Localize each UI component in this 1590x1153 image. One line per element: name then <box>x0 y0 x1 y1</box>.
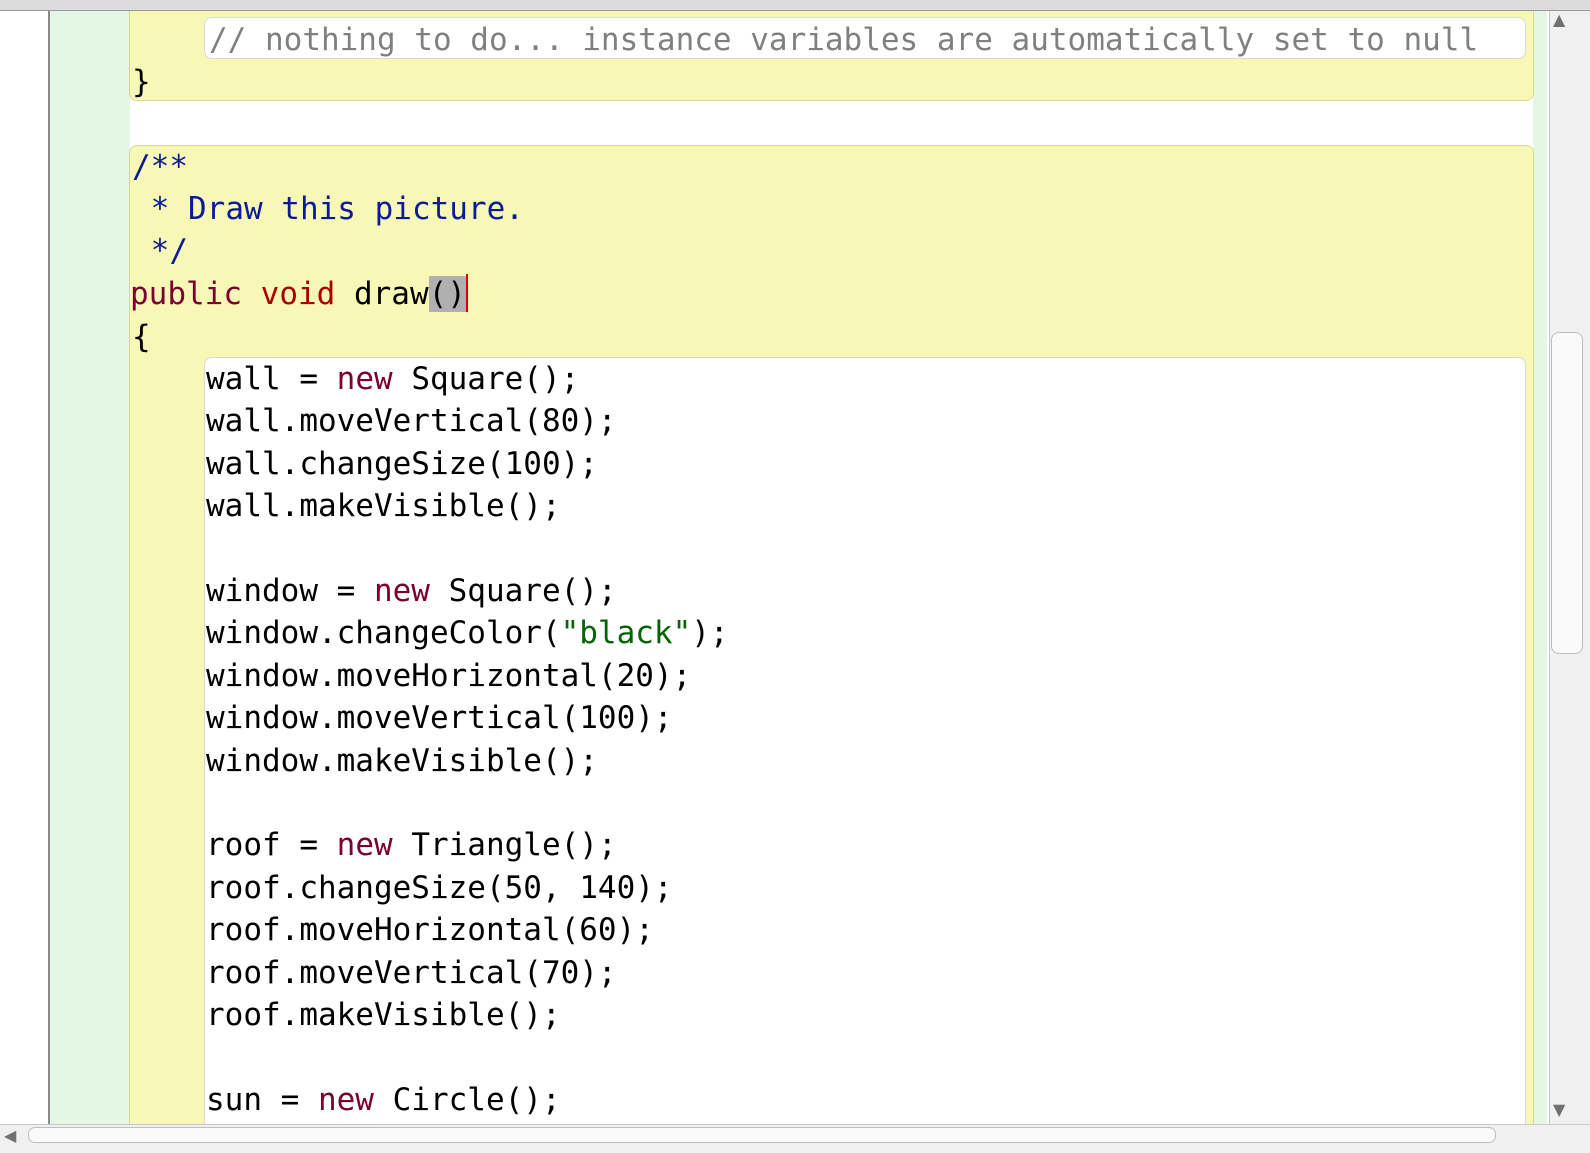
method-signature[interactable]: public void draw() <box>130 273 468 315</box>
code-token: Circle(); <box>373 1081 561 1118</box>
keyword-void: void <box>260 276 336 312</box>
triangle-down-icon[interactable]: ▼ <box>1553 1100 1565 1119</box>
javadoc-close[interactable]: */ <box>132 230 188 272</box>
code-token: window.makeVisible(); <box>206 742 598 779</box>
code-line[interactable]: window.moveHorizontal(20); <box>206 655 691 697</box>
keyword-new: new <box>317 1081 374 1118</box>
keyword-new: new <box>373 573 430 609</box>
window-top-edge <box>0 0 1590 11</box>
code-token: wall.changeSize(100); <box>206 445 598 482</box>
code-line[interactable]: window.moveVertical(100); <box>206 697 673 739</box>
string-literal: "black" <box>560 615 692 652</box>
code-line[interactable]: roof = new Triangle(); <box>206 824 617 866</box>
code-token: window = <box>206 573 374 609</box>
code-line[interactable]: roof.changeSize(50, 140); <box>206 867 673 909</box>
code-token: ); <box>691 615 729 652</box>
code-line[interactable]: window.makeVisible(); <box>206 740 598 782</box>
code-token: roof.makeVisible(); <box>206 997 561 1033</box>
horizontal-scroll-thumb[interactable] <box>28 1127 1496 1143</box>
code-line[interactable]: sun = new Circle(); <box>206 1079 561 1121</box>
code-line[interactable]: wall.makeVisible(); <box>206 485 561 527</box>
code-token: roof.changeSize(50, 140); <box>206 869 673 906</box>
code-token: window.moveVertical(100); <box>206 700 673 737</box>
line-number-gutter[interactable] <box>0 11 48 1124</box>
code-token: window.moveHorizontal(20); <box>206 657 692 694</box>
constructor-comment[interactable]: // nothing to do... instance variables a… <box>209 19 1478 61</box>
code-token: roof.moveHorizontal(60); <box>206 912 654 949</box>
keyword-public: public <box>130 276 242 312</box>
method-name: draw <box>353 276 429 312</box>
method-open-brace[interactable]: { <box>132 316 151 358</box>
code-line[interactable]: roof.makeVisible(); <box>206 994 561 1036</box>
class-scope-left <box>50 11 130 1124</box>
triangle-left-icon[interactable]: ◀ <box>4 1126 16 1145</box>
javadoc-open[interactable]: /** <box>132 146 188 188</box>
triangle-up-icon[interactable]: ▲ <box>1553 10 1565 29</box>
code-line[interactable]: window = new Square(); <box>206 570 617 612</box>
keyword-new: new <box>336 827 393 864</box>
class-scope-right <box>1533 11 1547 1124</box>
code-line[interactable]: wall.changeSize(100); <box>206 443 598 485</box>
javadoc-description[interactable]: * Draw this picture. <box>132 188 524 230</box>
code-token: Square(); <box>429 573 617 609</box>
constructor-close-brace[interactable]: } <box>132 61 151 103</box>
code-token: wall.makeVisible(); <box>206 488 561 525</box>
code-token: sun = <box>206 1081 318 1118</box>
code-token: roof = <box>206 827 337 864</box>
code-token: Triangle(); <box>392 827 617 864</box>
vertical-scroll-thumb[interactable] <box>1551 332 1583 654</box>
code-line[interactable]: wall = new Square(); <box>206 358 579 400</box>
code-token: Square(); <box>392 361 580 397</box>
text-cursor <box>465 274 468 312</box>
keyword-new: new <box>336 361 393 397</box>
code-token: wall.moveVertical(80); <box>206 403 617 440</box>
code-line[interactable]: roof.moveHorizontal(60); <box>206 909 654 951</box>
code-line[interactable]: window.changeColor("black"); <box>206 612 729 654</box>
matched-parens: () <box>428 276 466 312</box>
code-token: wall = <box>206 361 337 397</box>
code-token: roof.moveVertical(70); <box>206 954 617 991</box>
code-line[interactable]: roof.moveVertical(70); <box>206 952 617 994</box>
code-line[interactable]: wall.moveVertical(80); <box>206 400 617 442</box>
code-token: window.changeColor( <box>206 615 561 652</box>
